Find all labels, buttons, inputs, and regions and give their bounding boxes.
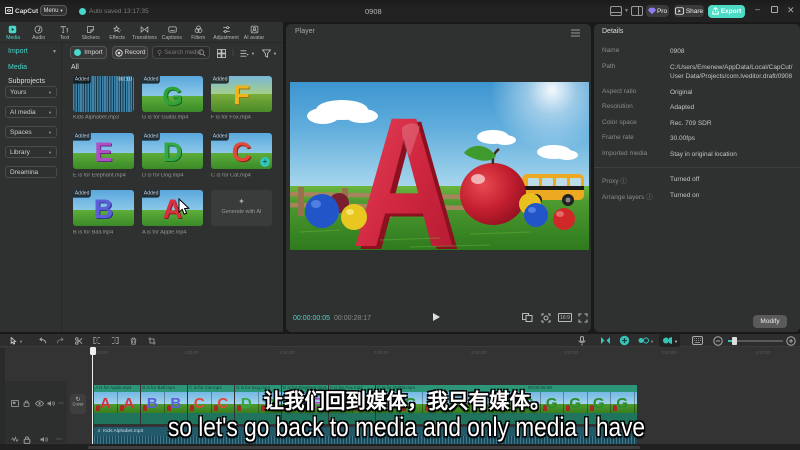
svg-text:A: A bbox=[352, 82, 456, 250]
